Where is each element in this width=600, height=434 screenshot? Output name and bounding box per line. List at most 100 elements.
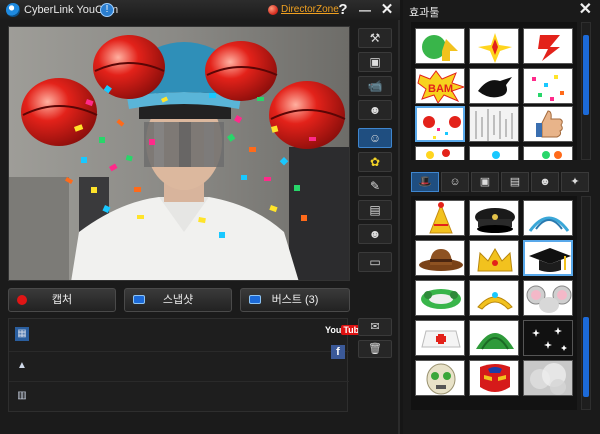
tab-frame[interactable]: ▣ [471,172,499,192]
hat-watermelon[interactable] [469,320,519,356]
svg-text:BAM: BAM [428,83,453,95]
effect-bird[interactable] [469,68,519,104]
tab-face[interactable]: ☻ [531,172,559,192]
tab-scene[interactable]: ▤ [501,172,529,192]
photo-filter-icon[interactable]: ▲ [15,359,29,373]
flower-effect-icon [542,151,562,159]
watermelon-hat-icon [476,333,514,350]
face-add-icon: ☻ [368,227,382,241]
tools-button[interactable]: ⚒ [358,28,392,48]
surveillance-button[interactable]: 📹 [358,76,392,96]
close-button[interactable]: ✕ [378,0,396,20]
media-library[interactable]: ▦ ▲ ▥ You Tube f [8,318,367,412]
hat-tiara[interactable] [523,200,573,236]
tab-hats[interactable]: 🎩 [411,172,439,192]
leaf-crown-hat-icon [421,289,461,309]
capture-button[interactable]: 캡처 [8,288,116,312]
confetti-effect-icon [532,75,564,101]
snapshot-button[interactable]: 스냅샷 [124,288,232,312]
thumbs-up-effect-icon [536,110,563,138]
update-info-icon[interactable]: ! [100,3,114,17]
avatar-effects-button[interactable]: ☺ [358,128,392,148]
effects-top-scroll-thumb[interactable] [583,35,589,115]
hat-crown[interactable] [469,240,519,276]
nurse-hat-icon [421,330,461,348]
hat-gold-tiara[interactable] [469,280,519,316]
director-zone-icon[interactable] [268,5,278,15]
flower-effects-button[interactable]: ✿ [358,152,392,172]
effects-panel-close-button[interactable]: ✕ [579,0,592,20]
rain-effect-icon [475,109,513,141]
eraser-button[interactable]: ▭ [358,252,392,272]
effect-party-balls[interactable] [415,106,465,142]
youcam-main-window: CyberLink YouCam ! DirectorZone ? — ✕ ⚒ … [0,0,400,434]
hat-nurse[interactable] [415,320,465,356]
effect-sparkle[interactable] [469,28,519,64]
tab-magic[interactable]: ✦ [561,172,589,192]
effect-row4-b[interactable] [469,146,519,160]
hat-cowboy[interactable] [415,240,465,276]
hat-smoke[interactable] [523,360,573,396]
capture-label: 캡처 [51,294,73,306]
face-add-button[interactable]: ☻ [358,224,392,244]
party-balls-effect-icon [423,116,461,139]
effect-row4-a[interactable] [415,146,465,160]
hats-scrollbar[interactable] [581,196,591,410]
burst-label: 버스트 (3) [271,294,319,306]
hat-leaf-crown[interactable] [415,280,465,316]
help-button[interactable]: ? [334,0,352,20]
police-cap-hat-icon [475,208,515,233]
minimize-button[interactable]: — [356,0,374,20]
burst-button[interactable]: 버스트 (3) [240,288,350,312]
crown-hat-icon [477,248,513,272]
effects-tabs: 🎩 ☺ ▣ ▤ ☻ ✦ [411,172,593,192]
effects-top-scrollbar[interactable] [581,22,591,160]
app-root: CyberLink YouCam ! DirectorZone ? — ✕ ⚒ … [0,0,600,434]
hat-skull-mask[interactable] [415,360,465,396]
tools-icon: ⚒ [369,31,381,45]
frame-add-button[interactable]: ▤ [358,200,392,220]
colored-dots-effect-icon [426,149,450,159]
tab-avatar[interactable]: ☺ [441,172,469,192]
effect-bam[interactable]: BAM [415,68,465,104]
lightning-effect-icon [538,35,560,61]
flower-effects-icon: ✿ [369,155,381,169]
webcam-preview[interactable] [8,26,350,281]
webcam-preview-image [9,27,349,280]
hat-graduation[interactable] [523,240,573,276]
youcam-logo-icon [6,3,20,17]
surveillance-camera-icon: 📹 [367,79,383,93]
delete-button[interactable]: 🗑 [358,340,392,358]
effects-panel: 효과툴 ✕ BAM 🎩 ☺ ▣ ▤ ☻ ✦ [403,0,600,434]
smoke-effect-icon [530,363,566,395]
frame-add-icon: ▤ [369,203,381,217]
hats-grid[interactable] [411,196,577,410]
effect-thumbs-up[interactable] [523,106,573,142]
fullscreen-button[interactable]: ▣ [358,52,392,72]
effect-confetti[interactable] [523,68,573,104]
add-avatar-button[interactable]: ☻ [358,100,392,120]
effect-rain[interactable] [469,106,519,142]
effects-panel-title: 효과툴 [409,7,440,19]
hat-sparkles[interactable] [523,320,573,356]
effect-lightning[interactable] [523,28,573,64]
effects-grid-top[interactable]: BAM [411,22,577,160]
hat-party-cone[interactable] [415,200,465,236]
hats-scroll-thumb[interactable] [583,317,589,397]
effect-globe[interactable] [415,28,465,64]
tiara-hat-icon [528,216,570,232]
mouse-ears-hat-icon [526,285,572,313]
effect-row4-c[interactable] [523,146,573,160]
director-zone-link[interactable]: DirectorZone [281,4,339,15]
pen-icon: ✎ [369,179,381,193]
view-all-icon[interactable]: ▦ [15,327,29,341]
facebook-upload-icon[interactable]: f [331,345,345,359]
hat-hero-mask[interactable] [469,360,519,396]
pen-button[interactable]: ✎ [358,176,392,196]
party-cone-hat-icon [429,202,453,234]
title-bar[interactable]: CyberLink YouCam ! DirectorZone ? — ✕ [0,0,400,20]
email-button[interactable]: ✉ [358,318,392,336]
hat-police-cap[interactable] [469,200,519,236]
video-filter-icon[interactable]: ▥ [15,389,29,403]
hat-mouse-ears[interactable] [523,280,573,316]
